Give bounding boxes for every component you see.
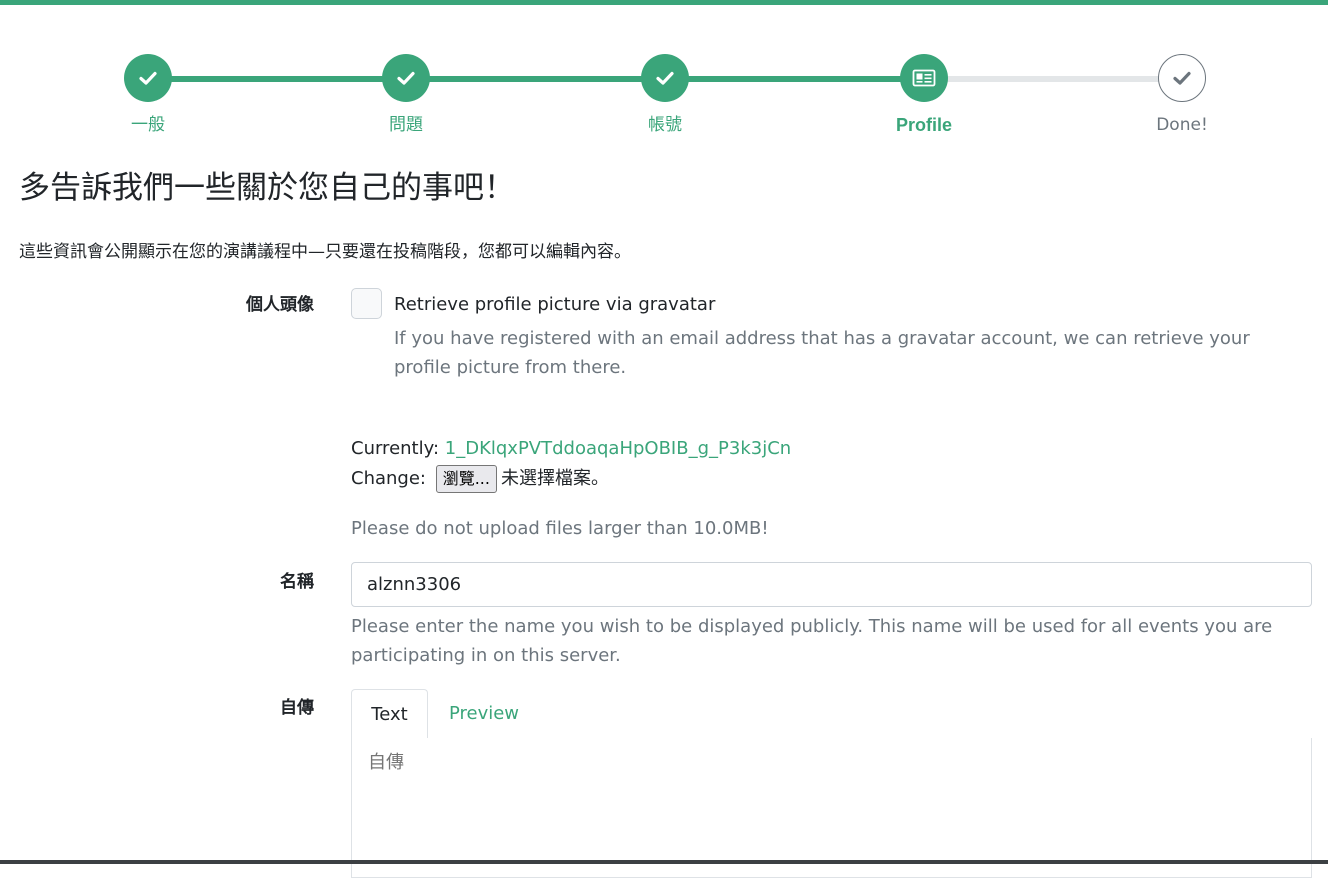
- step-label: 帳號: [648, 115, 682, 135]
- tab-text[interactable]: Text: [351, 689, 428, 739]
- page-lead: 這些資訊會公開顯示在您的演講議程中—只要還在投稿階段，您都可以編輯內容。: [19, 242, 631, 262]
- browse-button[interactable]: 瀏覽...: [435, 465, 497, 493]
- step-done-circle: [124, 54, 172, 102]
- gravatar-checkbox-label[interactable]: Retrieve profile picture via gravatar: [394, 292, 715, 318]
- bio-label: 自傳: [280, 698, 314, 718]
- stepper-track-completed: [148, 76, 924, 82]
- window-bottom-edge: [0, 860, 1328, 864]
- id-card-icon: [912, 69, 936, 87]
- step-account[interactable]: 帳號: [595, 54, 735, 135]
- step-done-circle: [641, 54, 689, 102]
- step-label: Profile: [895, 115, 952, 135]
- step-label: 問題: [389, 115, 423, 135]
- current-avatar-link[interactable]: 1_DKlqxPVTddoaqaHpOBIB_g_P3k3jCn: [445, 438, 791, 459]
- step-active-circle: [900, 54, 948, 102]
- step-profile: Profile: [854, 54, 994, 135]
- tab-preview[interactable]: Preview: [428, 689, 540, 739]
- step-done: Done!: [1112, 54, 1252, 135]
- check-icon: [656, 71, 674, 85]
- step-future-circle: [1158, 54, 1206, 102]
- change-avatar-row: Change: 瀏覽... 未選擇檔案。: [351, 465, 609, 493]
- current-avatar-row: Currently: 1_DKlqxPVTddoaqaHpOBIB_g_P3k3…: [351, 436, 791, 462]
- currently-label: Currently:: [351, 438, 440, 459]
- step-label: Done!: [1156, 115, 1208, 135]
- check-icon: [1173, 71, 1191, 85]
- bio-textarea[interactable]: [351, 738, 1312, 878]
- file-size-help: Please do not upload files larger than 1…: [351, 518, 769, 539]
- step-done-circle: [382, 54, 430, 102]
- avatar-label: 個人頭像: [246, 295, 314, 315]
- gravatar-checkbox[interactable]: [351, 288, 382, 319]
- bio-tabs: Text Preview: [351, 689, 1312, 739]
- check-icon: [139, 71, 157, 85]
- page-title: 多告訴我們一些關於您自己的事吧！: [19, 170, 515, 206]
- progress-stepper: 一般 問題 帳號 Profile Done!: [0, 0, 1328, 150]
- name-help: Please enter the name you wish to be dis…: [351, 616, 1273, 666]
- step-general[interactable]: 一般: [78, 54, 218, 135]
- no-file-text: 未選擇檔案。: [500, 468, 609, 489]
- gravatar-help: If you have registered with an email add…: [394, 328, 1250, 378]
- step-questions[interactable]: 問題: [336, 54, 476, 135]
- check-icon: [397, 71, 415, 85]
- name-label: 名稱: [280, 572, 314, 592]
- step-label: 一般: [131, 115, 165, 135]
- change-label: Change:: [351, 468, 426, 489]
- name-input[interactable]: [351, 562, 1312, 607]
